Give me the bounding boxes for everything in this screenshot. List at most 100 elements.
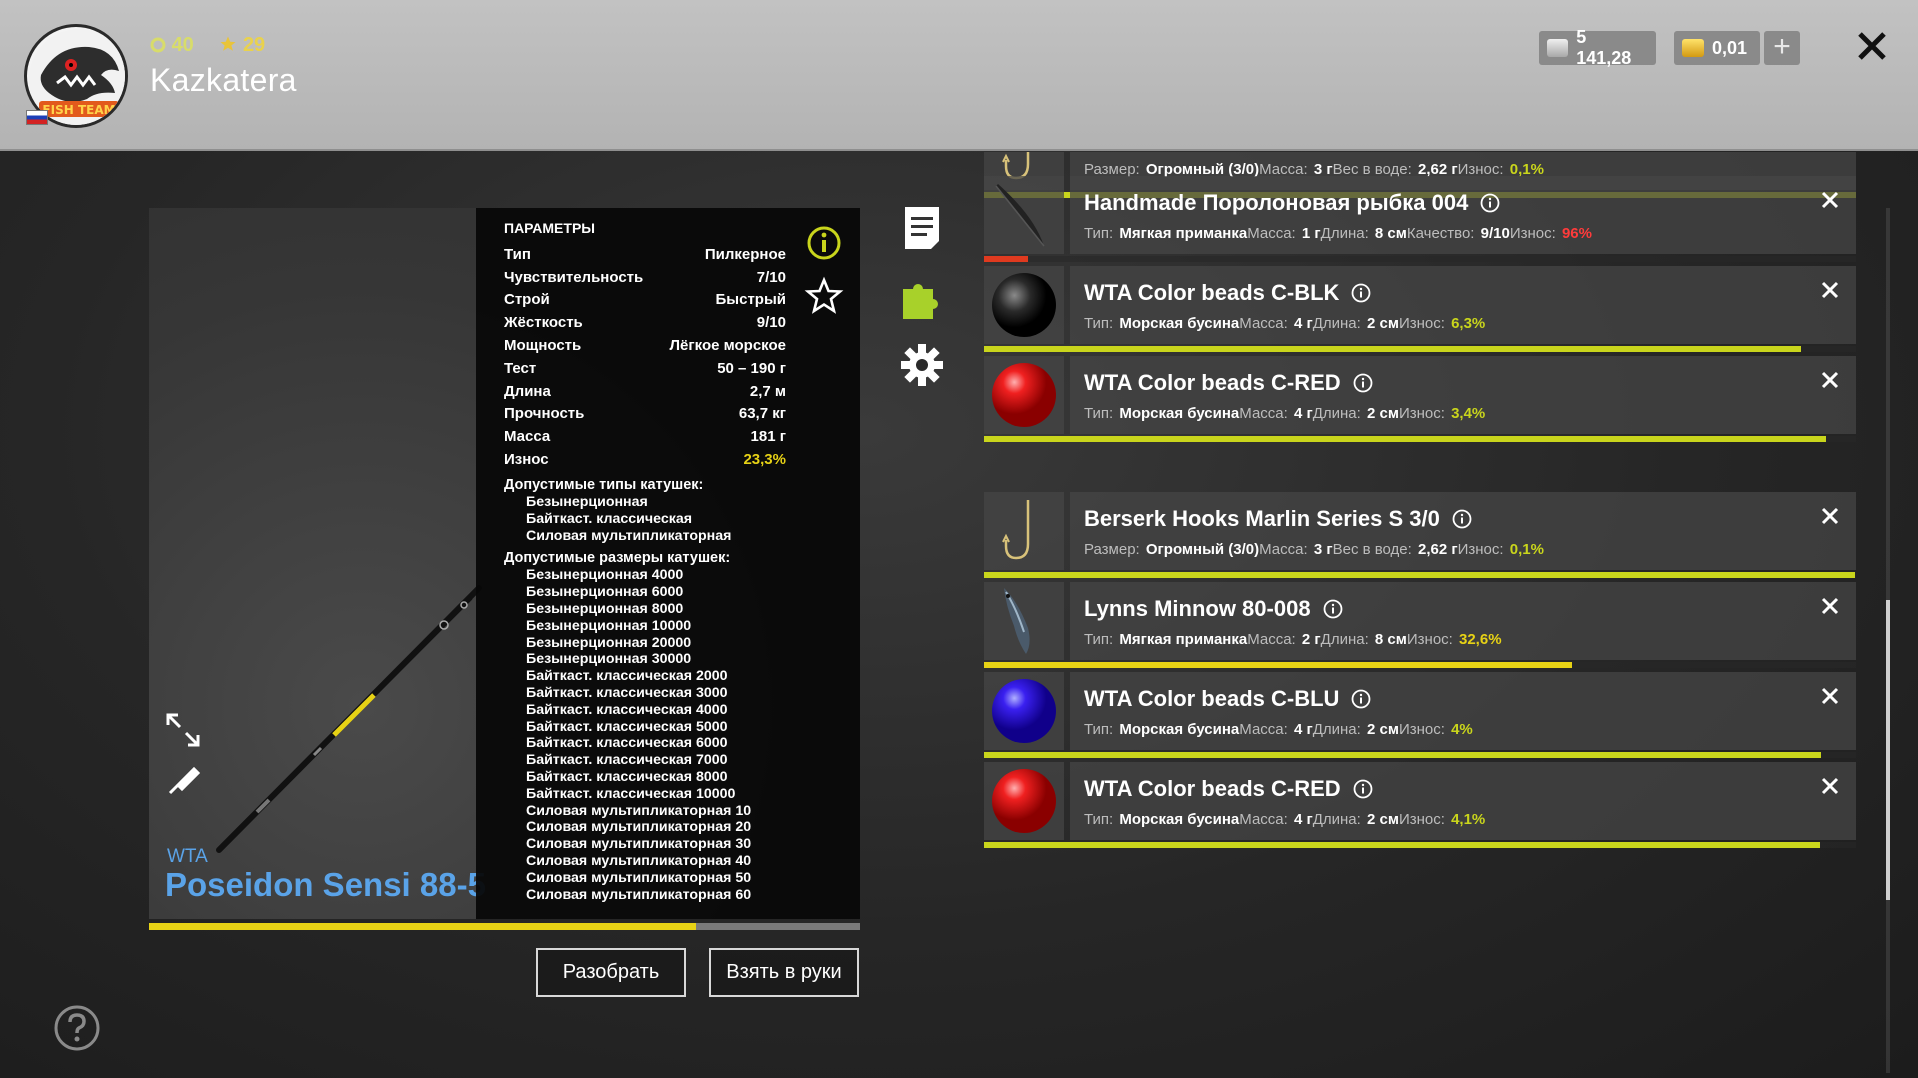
item-info-icon[interactable] bbox=[1323, 599, 1343, 619]
item-thumbnail[interactable] bbox=[984, 492, 1064, 570]
param-value: 50 – 190 г bbox=[717, 359, 786, 377]
param-label: Тест bbox=[504, 359, 537, 377]
spec-label: Длина: bbox=[1320, 225, 1373, 242]
spec-label: Тип: bbox=[1084, 315, 1118, 332]
spec-value: Мягкая приманка bbox=[1119, 225, 1248, 242]
item-details: WTA Color beads C-BLU Тип: Морская бусина… bbox=[1070, 672, 1856, 750]
spec-label: Тип: bbox=[1084, 405, 1118, 422]
dismantle-button[interactable]: Разобрать bbox=[536, 948, 686, 997]
list-item: Силовая мультипликаторная 60 bbox=[526, 886, 752, 903]
spec-label: Размер: bbox=[1084, 541, 1144, 558]
equipment-item[interactable]: WTA Color beads C-BLK Тип: Морская бусина… bbox=[984, 266, 1856, 352]
item-thumbnail[interactable] bbox=[984, 672, 1064, 750]
item-title: Lynns Minnow 80-008 bbox=[1084, 596, 1343, 622]
spec-label: Тип: bbox=[1084, 721, 1118, 738]
add-gold-button[interactable]: + bbox=[1764, 31, 1800, 65]
list-item: Байткаст. классическая 7000 bbox=[526, 752, 728, 769]
equipment-list[interactable]: Размер: Огромный (3/0)Масса: 3 гВес в во… bbox=[984, 152, 1856, 1032]
item-info-icon[interactable] bbox=[1351, 689, 1371, 709]
country-flag-icon bbox=[26, 110, 48, 125]
reel-sizes-title: Допустимые размеры катушек: bbox=[504, 550, 731, 567]
item-title: WTA Color beads C-RED bbox=[1084, 370, 1373, 396]
item-thumbnail[interactable] bbox=[984, 356, 1064, 434]
black-bead-icon bbox=[992, 273, 1056, 337]
param-row: Износ 23,3% bbox=[504, 448, 786, 471]
rod-name: Poseidon Sensi 88-5 bbox=[165, 866, 486, 903]
remove-item-icon[interactable] bbox=[1820, 280, 1840, 300]
rod-wear-fill bbox=[149, 923, 697, 930]
item-info-icon[interactable] bbox=[1452, 509, 1472, 529]
spec-label: Длина: bbox=[1320, 631, 1373, 648]
item-details: Berserk Hooks Marlin Series S 3/0 Размер:… bbox=[1070, 492, 1856, 570]
expand-icon[interactable] bbox=[164, 711, 202, 749]
remove-item-icon[interactable] bbox=[1820, 686, 1840, 706]
equipment-item[interactable]: WTA Color beads C-RED Тип: Морская бусина… bbox=[984, 762, 1856, 848]
param-row: Строй Быстрый bbox=[504, 289, 786, 312]
take-in-hands-button[interactable]: Взять в руки bbox=[709, 948, 859, 997]
spec-label: Масса: bbox=[1239, 811, 1292, 828]
spec-label: Масса: bbox=[1239, 315, 1292, 332]
remove-item-icon[interactable] bbox=[1820, 506, 1840, 526]
item-thumbnail[interactable] bbox=[984, 582, 1064, 660]
spec-value: 2 см bbox=[1367, 721, 1399, 738]
puzzle-icon[interactable] bbox=[899, 275, 945, 321]
spec-value: 2 см bbox=[1367, 811, 1399, 828]
param-row: Масса 181 г bbox=[504, 425, 786, 448]
item-specs: Тип: Мягкая приманкаМасса: 2 гДлина: 8 с… bbox=[1084, 631, 1511, 648]
equipment-item[interactable]: WTA Color beads C-RED Тип: Морская бусина… bbox=[984, 356, 1856, 442]
param-label: Чувствительность bbox=[504, 268, 644, 286]
item-name: WTA Color beads C-RED bbox=[1084, 776, 1341, 801]
spec-label: Масса: bbox=[1247, 631, 1300, 648]
item-thumbnail[interactable] bbox=[984, 176, 1064, 254]
spec-label: Тип: bbox=[1084, 225, 1118, 242]
spec-value: 2 см bbox=[1367, 405, 1399, 422]
spec-value: 4 г bbox=[1293, 315, 1313, 332]
item-thumbnail[interactable] bbox=[984, 762, 1064, 840]
equipment-item[interactable]: WTA Color beads C-BLU Тип: Морская бусина… bbox=[984, 672, 1856, 758]
scrollbar-thumb[interactable] bbox=[1886, 600, 1890, 900]
item-info-icon[interactable] bbox=[1353, 779, 1373, 799]
star-filled-icon bbox=[220, 36, 236, 51]
remove-item-icon[interactable] bbox=[1820, 370, 1840, 390]
paint-brush-icon[interactable] bbox=[164, 761, 202, 799]
spec-value: 6,3% bbox=[1451, 315, 1486, 332]
equipment-item[interactable]: Berserk Hooks Marlin Series S 3/0 Размер:… bbox=[984, 492, 1856, 578]
item-specs: Тип: Морская бусинаМасса: 4 гДлина: 2 см… bbox=[1084, 315, 1494, 332]
remove-item-icon[interactable] bbox=[1820, 190, 1840, 210]
player-name: Kazkatera bbox=[150, 62, 297, 98]
gold-currency[interactable]: 0,01 bbox=[1674, 31, 1760, 65]
parameters-panel: ПАРАМЕТРЫ Тип Пилкерное Чувствительность 7/… bbox=[476, 208, 860, 919]
spec-value: Огромный (3/0) bbox=[1145, 541, 1260, 558]
item-info-icon[interactable] bbox=[1480, 193, 1500, 213]
equipment-item[interactable]: Lynns Minnow 80-008 Тип: Мягкая приманкаМ… bbox=[984, 582, 1856, 668]
item-details: Handmade Поролоновая рыбка 004 Тип: Мягка… bbox=[1070, 176, 1856, 254]
list-item: Безынерционная bbox=[526, 493, 648, 510]
remove-item-icon[interactable] bbox=[1820, 596, 1840, 616]
spec-label: Длина: bbox=[1312, 405, 1365, 422]
spec-label: Тип: bbox=[1084, 631, 1118, 648]
favorite-star-icon[interactable] bbox=[804, 276, 844, 316]
list-item: Безынерционная 4000 bbox=[526, 567, 684, 584]
gear-icon[interactable] bbox=[899, 342, 945, 388]
spec-value: 4 г bbox=[1293, 405, 1313, 422]
param-row: Тест 50 – 190 г bbox=[504, 357, 786, 380]
item-details: Lynns Minnow 80-008 Тип: Мягкая приманкаМ… bbox=[1070, 582, 1856, 660]
help-icon[interactable] bbox=[53, 1004, 101, 1052]
item-title: WTA Color beads C-BLK bbox=[1084, 280, 1371, 306]
item-info-icon[interactable] bbox=[1353, 373, 1373, 393]
item-thumbnail[interactable] bbox=[984, 266, 1064, 344]
remove-item-icon[interactable] bbox=[1820, 776, 1840, 796]
param-value: 181 г bbox=[750, 428, 786, 446]
equipment-item[interactable]: Handmade Поролоновая рыбка 004 Тип: Мягка… bbox=[984, 176, 1856, 262]
document-icon[interactable] bbox=[899, 205, 945, 251]
list-item: Байткаст. классическая 10000 bbox=[526, 785, 736, 802]
close-icon[interactable] bbox=[1852, 26, 1892, 66]
spec-label: Длина: bbox=[1312, 315, 1365, 332]
silver-currency[interactable]: 5 141,28 bbox=[1539, 27, 1656, 68]
item-title: Handmade Поролоновая рыбка 004 bbox=[1084, 190, 1500, 216]
item-specs: Тип: Морская бусинаМасса: 4 гДлина: 2 см… bbox=[1084, 811, 1494, 828]
spec-value: 96% bbox=[1561, 225, 1592, 242]
item-info-icon[interactable] bbox=[1351, 283, 1371, 303]
info-icon[interactable] bbox=[806, 225, 842, 261]
spec-label: Износ: bbox=[1398, 721, 1450, 738]
